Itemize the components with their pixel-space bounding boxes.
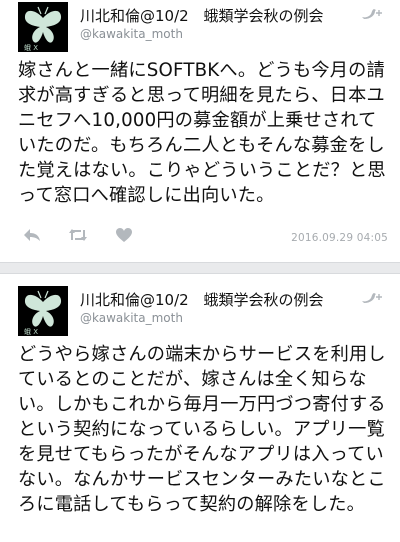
author-handle[interactable]: @kawakita_moth [80, 27, 183, 41]
tweet-text: 嫁さんと一緒にSOFTBKへ。どうも今月の請求が高すぎると思って明細を見たら、日… [18, 60, 386, 206]
tweet-text: どうやら嫁さんの端末からサービスを利用しているとのことだが、嫁さんは全く知らない… [18, 344, 386, 515]
bird-follow-icon[interactable] [360, 6, 384, 20]
tweet-actions [22, 226, 134, 244]
avatar[interactable]: 蛾 X [18, 286, 68, 336]
display-name-extra: 蛾類学会秋の例会 [203, 7, 324, 25]
reply-icon[interactable] [22, 226, 42, 244]
bird-follow-icon[interactable] [360, 290, 384, 304]
retweet-icon[interactable] [68, 226, 88, 244]
author-handle[interactable]: @kawakita_moth [80, 311, 183, 325]
display-name: 川北和倫@10/2 [80, 291, 189, 309]
tweet-card[interactable]: 蛾 X 川北和倫@10/2 蛾類学会秋の例会 @kawakita_moth どう… [0, 262, 400, 542]
moth-avatar-icon: 蛾 X [18, 2, 68, 52]
author-name[interactable]: 川北和倫@10/2 蛾類学会秋の例会 [80, 289, 333, 310]
avatar[interactable]: 蛾 X [18, 2, 68, 52]
tweet-card[interactable]: 蛾 X 川北和倫@10/2 蛾類学会秋の例会 @kawakita_moth 嫁さ… [0, 0, 400, 262]
svg-text:蛾 X: 蛾 X [24, 43, 38, 52]
author-name[interactable]: 川北和倫@10/2 蛾類学会秋の例会 [80, 5, 333, 26]
display-name-extra: 蛾類学会秋の例会 [203, 291, 324, 309]
svg-text:蛾 X: 蛾 X [24, 327, 38, 336]
display-name: 川北和倫@10/2 [80, 7, 189, 25]
heart-icon[interactable] [114, 226, 134, 244]
tweet-timestamp: 2016.09.29 04:05 [291, 232, 388, 244]
moth-avatar-icon: 蛾 X [18, 286, 68, 336]
